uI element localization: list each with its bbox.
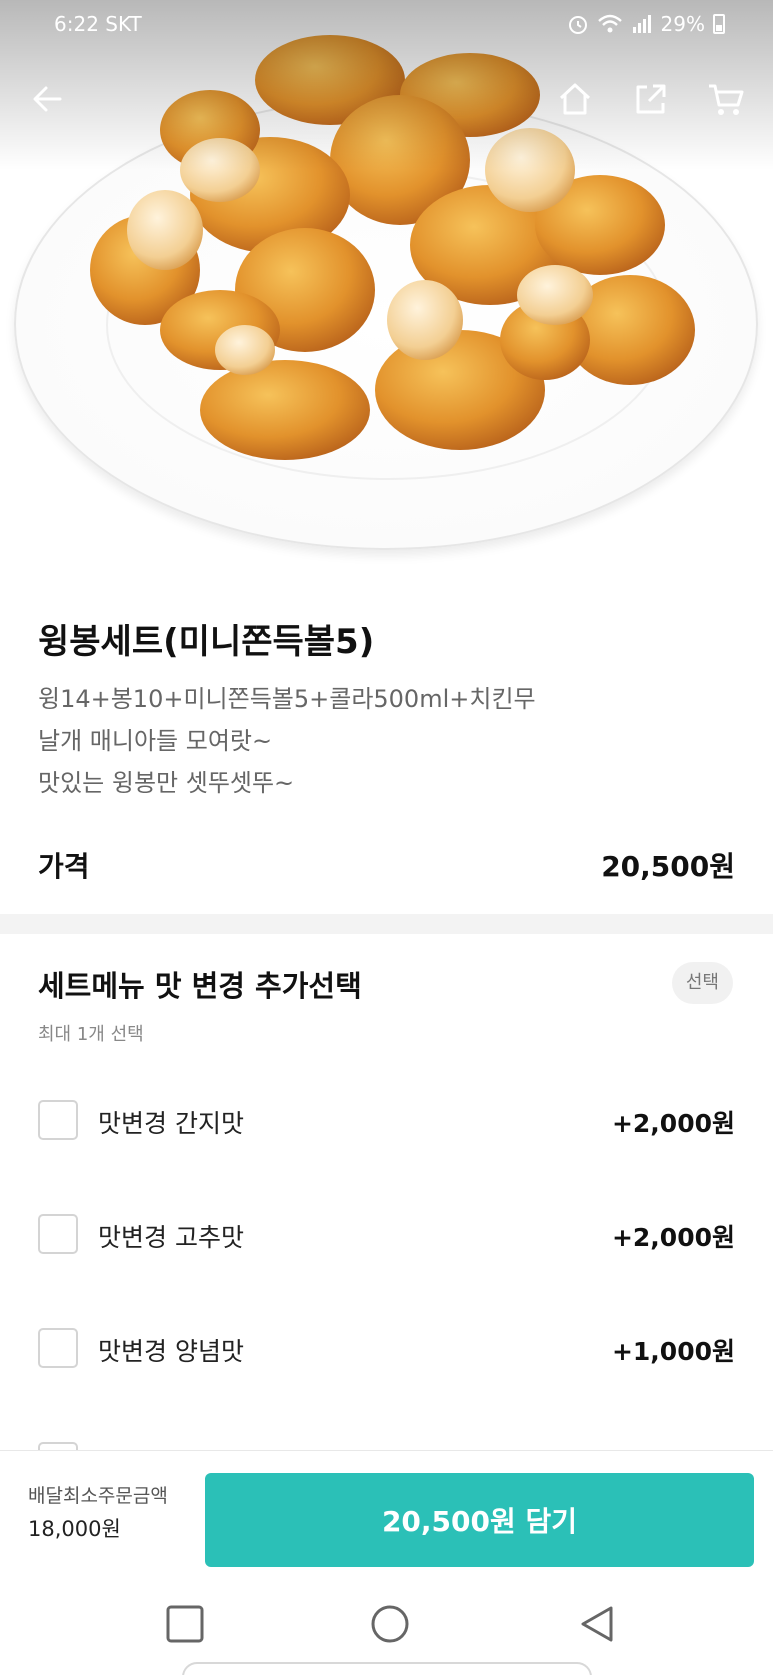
recent-apps-button[interactable] xyxy=(161,1600,209,1648)
signal-icon xyxy=(632,15,651,33)
gesture-handle[interactable] xyxy=(182,1662,592,1675)
share-icon xyxy=(636,84,666,114)
price-value: 20,500원 xyxy=(601,850,735,883)
system-navigation-bar xyxy=(0,1582,773,1675)
option-row-gochu[interactable]: 맛변경 고추맛 +2,000원 xyxy=(38,1210,735,1258)
option-row-yangnyeom[interactable]: 맛변경 양념맛 +1,000원 xyxy=(38,1324,735,1372)
min-order-value: 18,000원 xyxy=(28,1517,121,1541)
section-divider xyxy=(0,914,773,934)
option-price: +2,000원 xyxy=(611,1223,735,1252)
description-line: 윙14+봉10+미니쫀득볼5+콜라500ml+치킨무 xyxy=(38,685,536,713)
status-time: 6:22 SKT xyxy=(54,12,142,36)
price-label: 가격 xyxy=(38,850,90,883)
option-name: 맛변경 간지맛 xyxy=(98,1109,244,1138)
option-checkbox[interactable] xyxy=(38,1328,78,1368)
system-home-button[interactable] xyxy=(366,1600,414,1648)
wifi-icon xyxy=(597,14,622,33)
battery-percent: 29% xyxy=(660,12,705,36)
home-button[interactable] xyxy=(548,72,602,126)
option-price: +1,000원 xyxy=(611,1337,735,1366)
option-checkbox[interactable] xyxy=(38,1100,78,1140)
bottom-order-bar: 배달최소주문금액 18,000원 20,500원 담기 xyxy=(0,1450,773,1582)
product-title: 윙봉세트(미니쫀득볼5) xyxy=(38,622,375,662)
status-bar: 6:22 SKT 29% xyxy=(0,0,773,48)
option-name: 맛변경 양념맛 xyxy=(98,1337,244,1366)
status-icons: 29% xyxy=(567,12,725,36)
back-triangle-icon xyxy=(581,1606,613,1642)
option-checkbox[interactable] xyxy=(38,1214,78,1254)
min-order-label: 배달최소주문금액 xyxy=(28,1485,168,1507)
option-row-ganji[interactable]: 맛변경 간지맛 +2,000원 xyxy=(38,1096,735,1144)
home-circle-icon xyxy=(371,1605,409,1643)
share-button[interactable] xyxy=(624,72,678,126)
option-group-title: 세트메뉴 맛 변경 추가선택 xyxy=(38,969,362,1003)
system-back-button[interactable] xyxy=(573,1600,621,1648)
option-group-subtitle: 최대 1개 선택 xyxy=(38,1024,144,1045)
description-line: 맛있는 윙봉만 셋뚜셋뚜~ xyxy=(38,769,295,797)
recent-apps-icon xyxy=(166,1605,204,1643)
back-arrow-icon xyxy=(33,86,62,112)
add-to-cart-button[interactable]: 20,500원 담기 xyxy=(205,1473,754,1567)
option-optional-badge: 선택 xyxy=(671,962,733,1004)
top-navigation xyxy=(0,72,773,132)
option-name: 맛변경 고추맛 xyxy=(98,1223,244,1252)
cart-icon xyxy=(709,84,744,115)
description-line: 날개 매니아들 모여랏~ xyxy=(38,727,273,755)
alarm-icon xyxy=(568,16,587,34)
back-button[interactable] xyxy=(20,72,74,126)
cart-button[interactable] xyxy=(699,72,753,126)
battery-icon xyxy=(713,14,725,34)
home-icon xyxy=(559,83,591,115)
option-price: +2,000원 xyxy=(611,1109,735,1138)
product-description: 윙14+봉10+미니쫀득볼5+콜라500ml+치킨무 날개 매니아들 모여랏~ … xyxy=(38,678,536,804)
